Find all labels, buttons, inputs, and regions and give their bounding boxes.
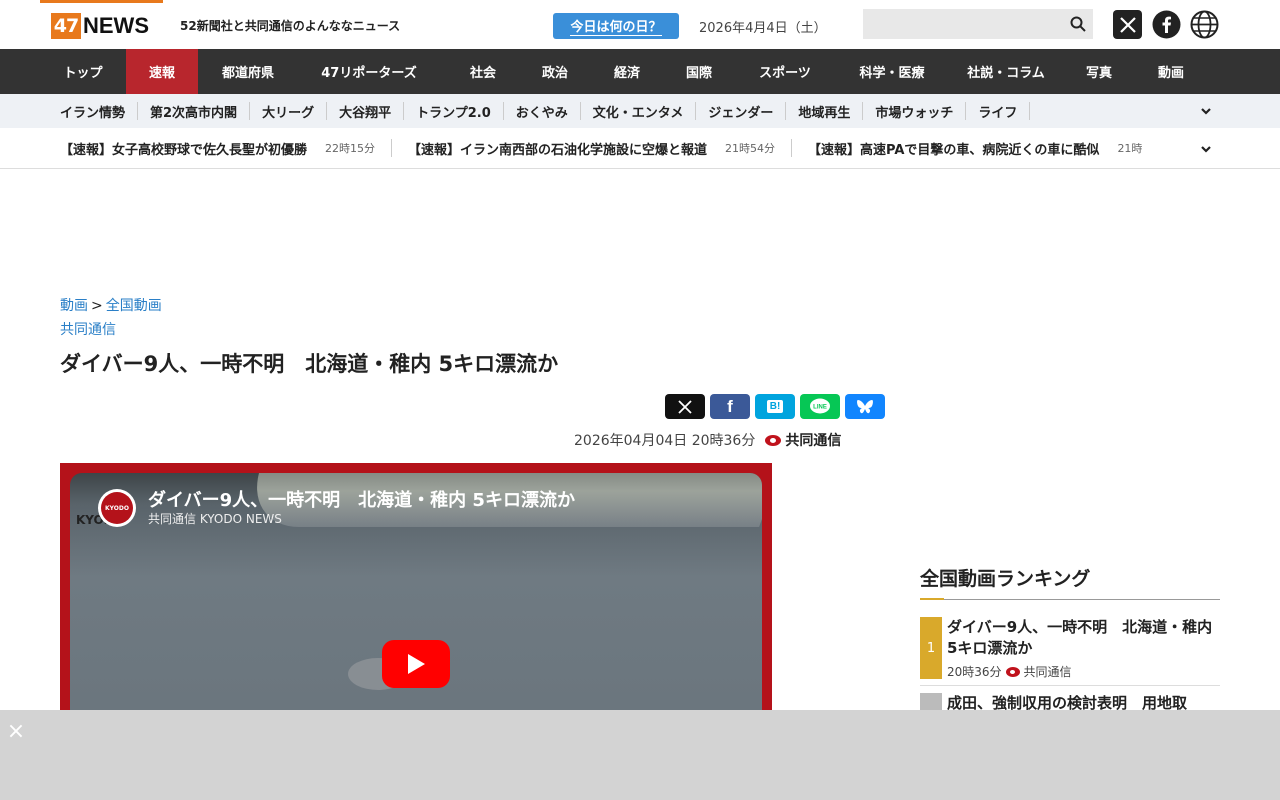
subnav-item[interactable]: トランプ2.0 — [404, 102, 504, 121]
facebook-icon[interactable] — [1152, 10, 1181, 39]
chevron-down-icon[interactable] — [1199, 104, 1213, 118]
nav-politics[interactable]: 政治 — [526, 49, 584, 94]
today-in-history-label: 今日は何の日？ — [570, 16, 662, 36]
topic-subnavigation: イラン情勢 第2次高市内閣 大リーグ 大谷翔平 トランプ2.0 おくやみ 文化・… — [0, 94, 1280, 128]
kyodo-logo-icon — [765, 434, 782, 446]
nav-society[interactable]: 社会 — [440, 49, 526, 94]
subnav-item[interactable]: 第2次高市内閣 — [138, 102, 251, 121]
nav-videos[interactable]: 動画 — [1128, 49, 1214, 94]
chevron-down-icon[interactable] — [1199, 142, 1213, 156]
ticker-item[interactable]: 【速報】高速PAで目撃の車、病院近くの車に酷似 21時 — [808, 139, 1158, 158]
article-datetime: 2026年04月04日 20時36分 — [574, 433, 756, 449]
breadcrumb: 動画 > 全国動画 — [60, 295, 162, 315]
share-bluesky-button[interactable] — [845, 394, 885, 419]
ticker-time: 21時54分 — [725, 142, 776, 155]
nav-top[interactable]: トップ — [40, 49, 126, 94]
line-icon: LINE — [810, 398, 830, 413]
share-facebook-button[interactable]: f — [710, 394, 750, 419]
subnav-item[interactable]: ジェンダー — [696, 102, 787, 121]
rank-meta: 20時36分 共同通信 — [947, 663, 1072, 680]
share-x-button[interactable] — [665, 394, 705, 419]
play-button[interactable] — [382, 640, 450, 688]
ticker-time: 22時15分 — [325, 142, 376, 155]
today-in-history-button[interactable]: 今日は何の日？ — [553, 13, 679, 39]
svg-text:LINE: LINE — [813, 404, 827, 410]
x-twitter-icon[interactable] — [1113, 10, 1142, 39]
nav-47reporters[interactable]: 47リポーターズ — [298, 49, 440, 94]
ranking-divider — [920, 599, 1220, 600]
video-thumbnail: KYODO KYODO ダイバー9人、一時不明 北海道・稚内 5キロ漂流か 共同… — [70, 473, 762, 710]
close-icon[interactable]: × — [6, 721, 26, 743]
subnav-item[interactable]: おくやみ — [504, 102, 581, 121]
ticker-item[interactable]: 【速報】女子高校野球で佐久長聖が初優勝 22時15分 — [60, 139, 393, 158]
subnav-item[interactable]: 地域再生 — [786, 102, 864, 121]
logo-text: NEWS — [83, 13, 149, 38]
article-meta: 2026年04月04日 20時36分 共同通信 — [574, 430, 841, 450]
nav-sports[interactable]: スポーツ — [728, 49, 842, 94]
source-link[interactable]: 共同通信 — [60, 319, 116, 339]
logo-accent-bar — [40, 0, 163, 3]
kyodo-logo-icon — [1005, 666, 1020, 677]
ranking-title: 全国動画ランキング — [920, 568, 1091, 590]
video-channel-name: 共同通信 KYODO NEWS — [148, 512, 282, 526]
channel-avatar-logo: KYODO — [101, 492, 133, 524]
search-input[interactable] — [863, 9, 1093, 39]
nav-economy[interactable]: 経済 — [584, 49, 670, 94]
breaking-news-ticker: 【速報】女子高校野球で佐久長聖が初優勝 22時15分 【速報】イラン南西部の石油化… — [0, 128, 1280, 169]
nav-breaking[interactable]: 速報 — [126, 49, 198, 94]
subnav-item[interactable]: 市場ウォッチ — [863, 102, 967, 121]
nav-international[interactable]: 国際 — [670, 49, 728, 94]
subnav-item[interactable]: ライフ — [966, 102, 1031, 121]
ranking-separator — [920, 685, 1220, 686]
ticker-item[interactable]: 【速報】イラン南西部の石油化学施設に空爆と報道 21時54分 — [408, 139, 793, 158]
subnav-item[interactable]: 大リーグ — [250, 102, 328, 121]
subnav-item[interactable]: 大谷翔平 — [327, 102, 405, 121]
nav-editorials-columns[interactable]: 社説・コラム — [942, 49, 1070, 94]
bottom-ad-overlay: × — [0, 710, 1280, 800]
main-navigation: トップ 速報 都道府県 47リポーターズ 社会 政治 経済 国際 スポーツ 科学… — [0, 49, 1280, 94]
play-icon — [408, 654, 425, 674]
rank-number: 1 — [920, 617, 942, 679]
video-title[interactable]: ダイバー9人、一時不明 北海道・稚内 5キロ漂流か — [148, 486, 575, 512]
subnav-item[interactable]: イラン情勢 — [48, 102, 139, 121]
share-hatena-button[interactable]: B! — [755, 394, 795, 419]
ticker-title: 【速報】イラン南西部の石油化学施設に空爆と報道 — [408, 142, 708, 158]
globe-language-icon[interactable] — [1190, 10, 1219, 39]
breadcrumb-national-videos[interactable]: 全国動画 — [106, 298, 162, 314]
bluesky-icon — [857, 399, 873, 413]
article-source: 共同通信 — [785, 433, 842, 449]
share-line-button[interactable]: LINE — [800, 394, 840, 419]
hatena-bookmark-icon: B! — [766, 400, 784, 413]
breadcrumb-videos[interactable]: 動画 — [60, 298, 88, 314]
current-date: 2026年4月4日（土） — [699, 21, 827, 36]
rank-title[interactable]: ダイバー9人、一時不明 北海道・稚内 5キロ漂流か — [947, 617, 1217, 659]
channel-avatar[interactable]: KYODO — [98, 489, 136, 527]
rank-source: 共同通信 — [1023, 665, 1072, 679]
ranking-item[interactable]: 1 ダイバー9人、一時不明 北海道・稚内 5キロ漂流か 20時36分 共同通信 — [920, 617, 1220, 679]
facebook-icon: f — [727, 396, 733, 416]
nav-prefectures[interactable]: 都道府県 — [198, 49, 298, 94]
ticker-time: 21時 — [1117, 142, 1143, 155]
rank-time: 20時36分 — [947, 665, 1002, 679]
ranking-divider-accent — [920, 598, 944, 600]
x-twitter-icon — [678, 399, 692, 414]
breadcrumb-separator: > — [91, 298, 103, 314]
search-icon[interactable] — [1070, 16, 1086, 32]
nav-science-medical[interactable]: 科学・医療 — [842, 49, 942, 94]
site-header: 47 NEWS 52新聞社と共同通信のよんななニュース 今日は何の日？ 2026… — [0, 0, 1280, 49]
site-logo[interactable]: 47 NEWS — [51, 12, 149, 40]
subnav-item[interactable]: 文化・エンタメ — [581, 102, 697, 121]
site-tagline: 52新聞社と共同通信のよんななニュース — [180, 19, 401, 33]
nav-photos[interactable]: 写真 — [1070, 49, 1128, 94]
video-player[interactable]: KYODO KYODO ダイバー9人、一時不明 北海道・稚内 5キロ漂流か 共同… — [60, 463, 772, 710]
ticker-title: 【速報】高速PAで目撃の車、病院近くの車に酷似 — [808, 142, 1100, 158]
logo-number: 47 — [51, 13, 81, 39]
article-headline: ダイバー9人、一時不明 北海道・稚内 5キロ漂流か — [60, 352, 559, 376]
ticker-title: 【速報】女子高校野球で佐久長聖が初優勝 — [60, 142, 308, 158]
